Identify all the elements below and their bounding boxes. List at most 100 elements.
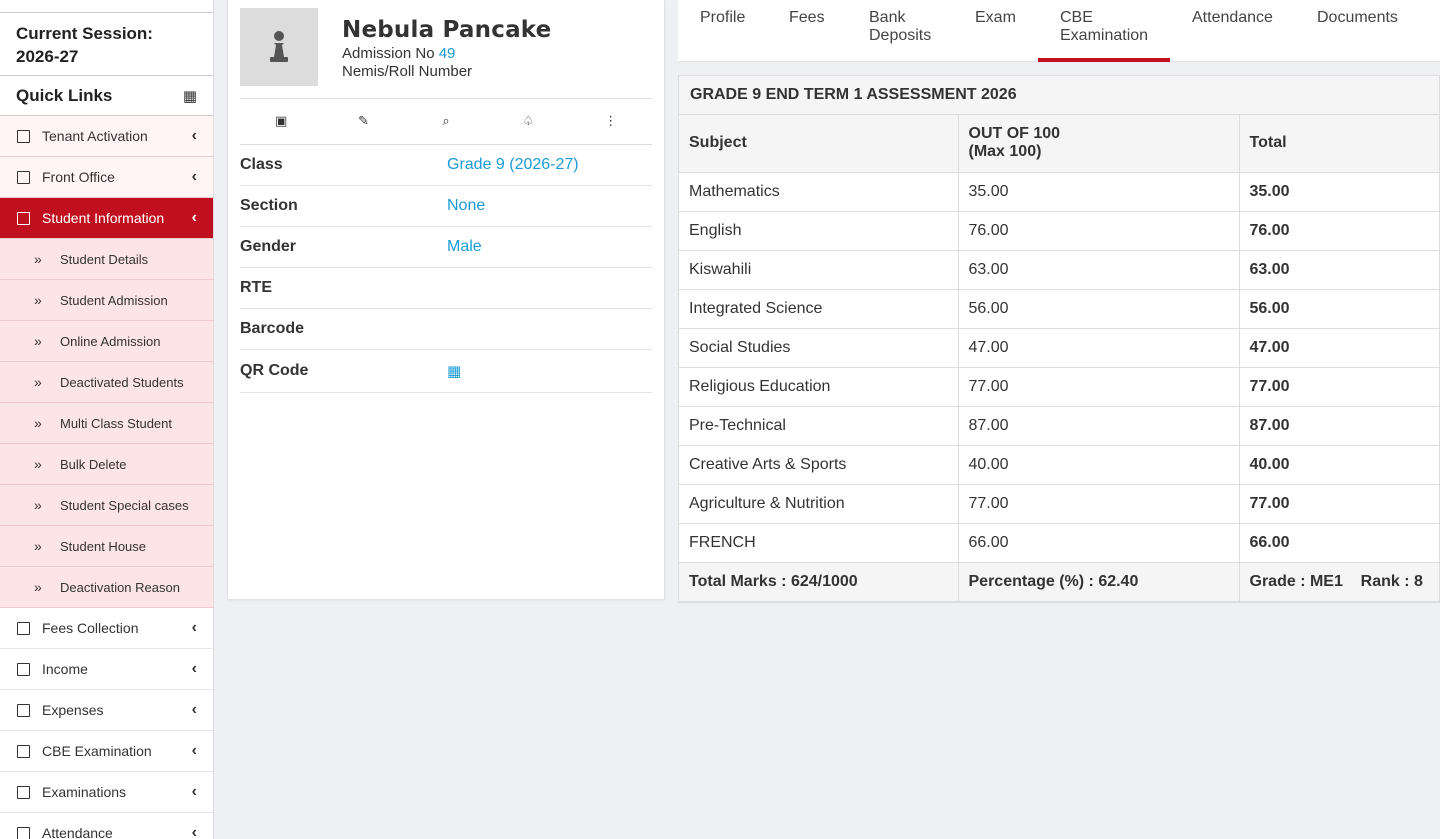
subject-cell: FRENCH — [679, 523, 959, 563]
qr-code-icon[interactable]: ▦ — [447, 362, 461, 380]
sidebar-item-examinations[interactable]: Examinations ‹ — [0, 772, 213, 813]
info-value[interactable]: Grade 9 (2026-27) — [447, 156, 579, 174]
table-row: Creative Arts & Sports 40.00 40.00 — [679, 445, 1439, 485]
sidebar-item-attendance[interactable]: Attendance ‹ — [0, 813, 213, 839]
pencil-icon[interactable]: ✎ — [354, 113, 374, 129]
subject-cell: English — [679, 211, 959, 251]
nemis-roll-number: Nemis/Roll Number — [342, 63, 473, 80]
subject-cell: Creative Arts & Sports — [679, 445, 959, 485]
sidebar-item-label: Income — [42, 661, 88, 677]
info-label: QR Code — [240, 362, 309, 379]
subject-cell: Kiswahili — [679, 250, 959, 290]
grid-icon[interactable]: ▦ — [183, 87, 197, 105]
total-cell: 77.00 — [1239, 367, 1439, 407]
double-chevron-right-icon: » — [34, 374, 42, 390]
sidebar-item-label: Student Information — [42, 210, 165, 226]
submenu-item-label: Multi Class Student — [60, 415, 172, 431]
chevron-left-icon: ‹ — [191, 783, 197, 800]
spade-icon[interactable]: ♤ — [518, 113, 538, 129]
total-cell: 66.00 — [1239, 523, 1439, 563]
quick-links-label: Quick Links — [16, 85, 113, 105]
submenu-item-label: Bulk Delete — [60, 456, 127, 472]
tab-bank-deposits[interactable]: Bank Deposits — [869, 9, 931, 45]
chevron-left-icon: ‹ — [191, 168, 197, 185]
sidebar-item-label: Attendance — [42, 825, 113, 839]
assessment-title: GRADE 9 END TERM 1 ASSESSMENT 2026 — [679, 76, 1439, 115]
sidebar-item-label: Expenses — [42, 702, 104, 718]
submenu-item-student-admission[interactable]: » Student Admission — [0, 280, 213, 321]
double-chevron-right-icon: » — [34, 456, 42, 472]
grade-rank: Grade : ME1 Rank : 8 — [1239, 562, 1439, 602]
submenu-item-label: Student Special cases — [60, 497, 189, 513]
table-row: Pre-Technical 87.00 87.00 — [679, 406, 1439, 446]
subject-cell: Integrated Science — [679, 289, 959, 329]
submenu-item-label: Student House — [60, 538, 147, 554]
submenu-item-online-admission[interactable]: » Online Admission — [0, 321, 213, 362]
tab-attendance[interactable]: Attendance — [1192, 9, 1273, 27]
score-cell: 63.00 — [958, 250, 1240, 290]
double-chevron-right-icon: » — [34, 292, 42, 308]
sidebar-item-expenses[interactable]: Expenses ‹ — [0, 690, 213, 731]
table-row: English 76.00 76.00 — [679, 211, 1439, 251]
tab-cbe-examination[interactable]: CBE Examination — [1060, 9, 1148, 45]
chevron-left-icon: ‹ — [191, 742, 197, 759]
table-row: Kiswahili 63.00 63.00 — [679, 250, 1439, 290]
summary-row: Total Marks : 624/1000 Percentage (%) : 6… — [679, 562, 1439, 602]
submenu-item-deactivated-students[interactable]: » Deactivated Students — [0, 362, 213, 403]
submenu-item-student-special-cases[interactable]: » Student Special cases — [0, 485, 213, 526]
table-header-row: Subject OUT OF 100 (Max 100) Total — [679, 115, 1439, 173]
double-chevron-right-icon: » — [34, 579, 42, 595]
sidebar-item-student-information[interactable]: Student Information ‹ — [0, 198, 213, 239]
info-label: Section — [240, 197, 298, 214]
submenu-item-student-house[interactable]: » Student House — [0, 526, 213, 567]
score-cell: 40.00 — [958, 445, 1240, 485]
subject-cell: Religious Education — [679, 367, 959, 407]
total-cell: 63.00 — [1239, 250, 1439, 290]
tab-profile[interactable]: Profile — [700, 9, 745, 27]
table-row: Social Studies 47.00 47.00 — [679, 328, 1439, 368]
total-cell: 35.00 — [1239, 172, 1439, 212]
more-vertical-icon[interactable]: ⋮ — [601, 113, 621, 129]
grade: Grade : ME1 — [1249, 572, 1343, 590]
admission-value[interactable]: 49 — [439, 45, 456, 62]
sidebar-item-fees-collection[interactable]: Fees Collection ‹ — [0, 608, 213, 649]
edit-card-icon[interactable]: ▣ — [271, 113, 291, 129]
checkbox-icon — [17, 129, 30, 143]
total-cell: 56.00 — [1239, 289, 1439, 329]
tab-exam[interactable]: Exam — [975, 9, 1016, 27]
submenu-item-student-details[interactable]: » Student Details — [0, 239, 213, 280]
tab-documents[interactable]: Documents — [1317, 9, 1398, 27]
score-cell: 47.00 — [958, 328, 1240, 368]
double-chevron-right-icon: » — [34, 251, 42, 267]
chevron-left-icon: ‹ — [191, 619, 197, 636]
tab-fees[interactable]: Fees — [789, 9, 825, 27]
session-title: Current Session: — [16, 24, 153, 43]
active-tab-indicator — [1038, 58, 1170, 62]
student-info-list: Class Grade 9 (2026-27) Section None Gender M… — [240, 144, 652, 393]
quick-links-header[interactable]: Quick Links ▦ — [0, 76, 213, 116]
sidebar-item-cbe-examination[interactable]: CBE Examination ‹ — [0, 731, 213, 772]
submenu-item-label: Student Admission — [60, 292, 168, 308]
current-session: Current Session: 2026-27 — [0, 13, 213, 76]
submenu-item-deactivation-reason[interactable]: » Deactivation Reason — [0, 567, 213, 608]
chess-pawn-icon — [270, 31, 288, 62]
sidebar-item-tenant-activation[interactable]: Tenant Activation ‹ — [0, 116, 213, 157]
subject-cell: Pre-Technical — [679, 406, 959, 446]
student-profile-card: Nebula Pancake Admission No 49 Nemis/Rol… — [227, 0, 665, 600]
cbe-results-panel: GRADE 9 END TERM 1 ASSESSMENT 2026 Subje… — [678, 75, 1440, 603]
score-cell: 35.00 — [958, 172, 1240, 212]
double-chevron-right-icon: » — [34, 333, 42, 349]
score-cell: 66.00 — [958, 523, 1240, 563]
search-icon[interactable]: ⌕ — [436, 113, 456, 129]
score-cell: 77.00 — [958, 367, 1240, 407]
submenu-item-multi-class-student[interactable]: » Multi Class Student — [0, 403, 213, 444]
column-header-out-of-100: OUT OF 100 (Max 100) — [958, 115, 1240, 173]
info-value: Male — [447, 238, 482, 255]
subject-cell: Mathematics — [679, 172, 959, 212]
column-header-subject: Subject — [679, 115, 959, 173]
info-row-rte: RTE — [240, 268, 652, 309]
sidebar-item-income[interactable]: Income ‹ — [0, 649, 213, 690]
sidebar-item-front-office[interactable]: Front Office ‹ — [0, 157, 213, 198]
admission-label: Admission No — [342, 45, 435, 62]
submenu-item-bulk-delete[interactable]: » Bulk Delete — [0, 444, 213, 485]
